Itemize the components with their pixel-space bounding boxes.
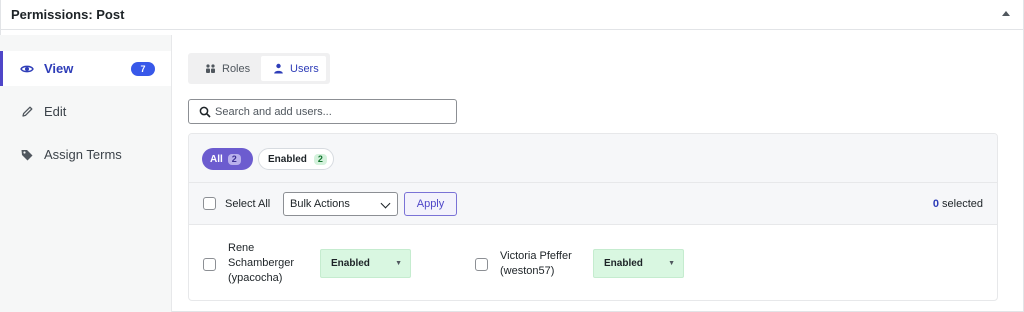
user-name: Victoria Pfeffer (weston57) [500,250,572,277]
selected-count-label: selected [938,198,983,210]
sidebar-item-view[interactable]: View 7 [0,51,171,86]
roles-users-tabs: Roles Users [188,53,330,84]
collapse-toggle-icon[interactable] [1002,11,1010,16]
caret-down-icon: ▼ [395,260,402,267]
caret-down-icon: ▼ [668,260,675,267]
select-all-checkbox[interactable] [203,197,216,210]
user-search-input[interactable] [215,105,450,118]
user-checkbox[interactable] [203,258,216,271]
user-checkbox[interactable] [475,258,488,271]
chevron-down-icon [380,198,391,209]
tab-roles-label: Roles [222,62,251,75]
bulk-action-bar: Select All Bulk Actions Apply 0 selected [189,183,997,225]
user-status-select[interactable]: Enabled ▼ [320,249,411,278]
select-all-label: Select All [225,198,271,210]
users-list-box: All 2 Enabled 2 Select All Bulk Actions … [188,133,998,301]
eye-icon [20,62,34,76]
sidebar-item-label: View [44,61,74,76]
view-count-badge: 7 [131,61,155,76]
user-status-value: Enabled [604,258,643,269]
sidebar-item-label: Edit [44,104,67,119]
user-status-select[interactable]: Enabled ▼ [593,249,684,278]
filter-enabled[interactable]: Enabled 2 [258,148,334,170]
tab-users[interactable]: Users [261,56,326,81]
filter-all-label: All [210,153,223,165]
user-search-field[interactable] [188,99,457,124]
panel-header: Permissions: Post [0,0,1024,30]
sidebar-item-label: Assign Terms [44,147,122,162]
bulk-actions-select[interactable]: Bulk Actions [283,192,398,216]
pencil-icon [20,105,34,119]
tag-icon [20,148,34,162]
sidebar-item-edit[interactable]: Edit [0,94,171,129]
filter-all-count: 2 [227,153,241,165]
filter-bar: All 2 Enabled 2 [189,134,997,183]
user-name: Rene Schamberger (ypacocha) [228,242,295,284]
tab-users-label: Users [290,62,319,75]
apply-button[interactable]: Apply [404,192,457,216]
user-icon [273,63,284,74]
user-status-value: Enabled [331,258,370,269]
tab-roles[interactable]: Roles [193,56,259,81]
filter-enabled-count: 2 [313,153,327,165]
bulk-actions-value: Bulk Actions [290,198,350,210]
filter-all[interactable]: All 2 [202,148,253,170]
filter-enabled-label: Enabled [268,153,307,165]
panel-title: Permissions: Post [11,7,125,22]
selected-count: 0 selected [933,198,983,210]
sidebar-item-assign-terms[interactable]: Assign Terms [0,137,171,172]
roles-icon [205,63,216,74]
search-icon [199,106,211,118]
permissions-sidebar: View 7 Edit Assign Terms [0,35,172,312]
